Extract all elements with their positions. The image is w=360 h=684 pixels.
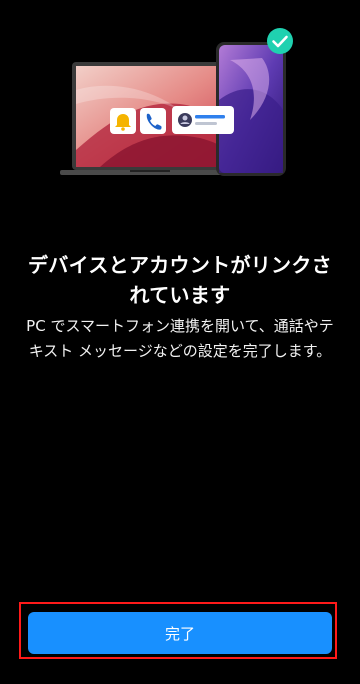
bell-notification-card	[110, 108, 136, 134]
page-title: デバイスとアカウントがリンクされています	[28, 253, 332, 307]
call-notification-card	[140, 108, 166, 134]
description-text: PC でスマートフォン連携を開いて、通話やテキスト メッセージなどの設定を完了し…	[26, 317, 334, 360]
hero-illustration	[60, 28, 293, 176]
done-button[interactable]: 完了	[28, 612, 332, 654]
checkmark-icon	[267, 28, 293, 54]
contact-avatar-icon	[178, 113, 192, 127]
contact-notification-card	[172, 106, 234, 134]
